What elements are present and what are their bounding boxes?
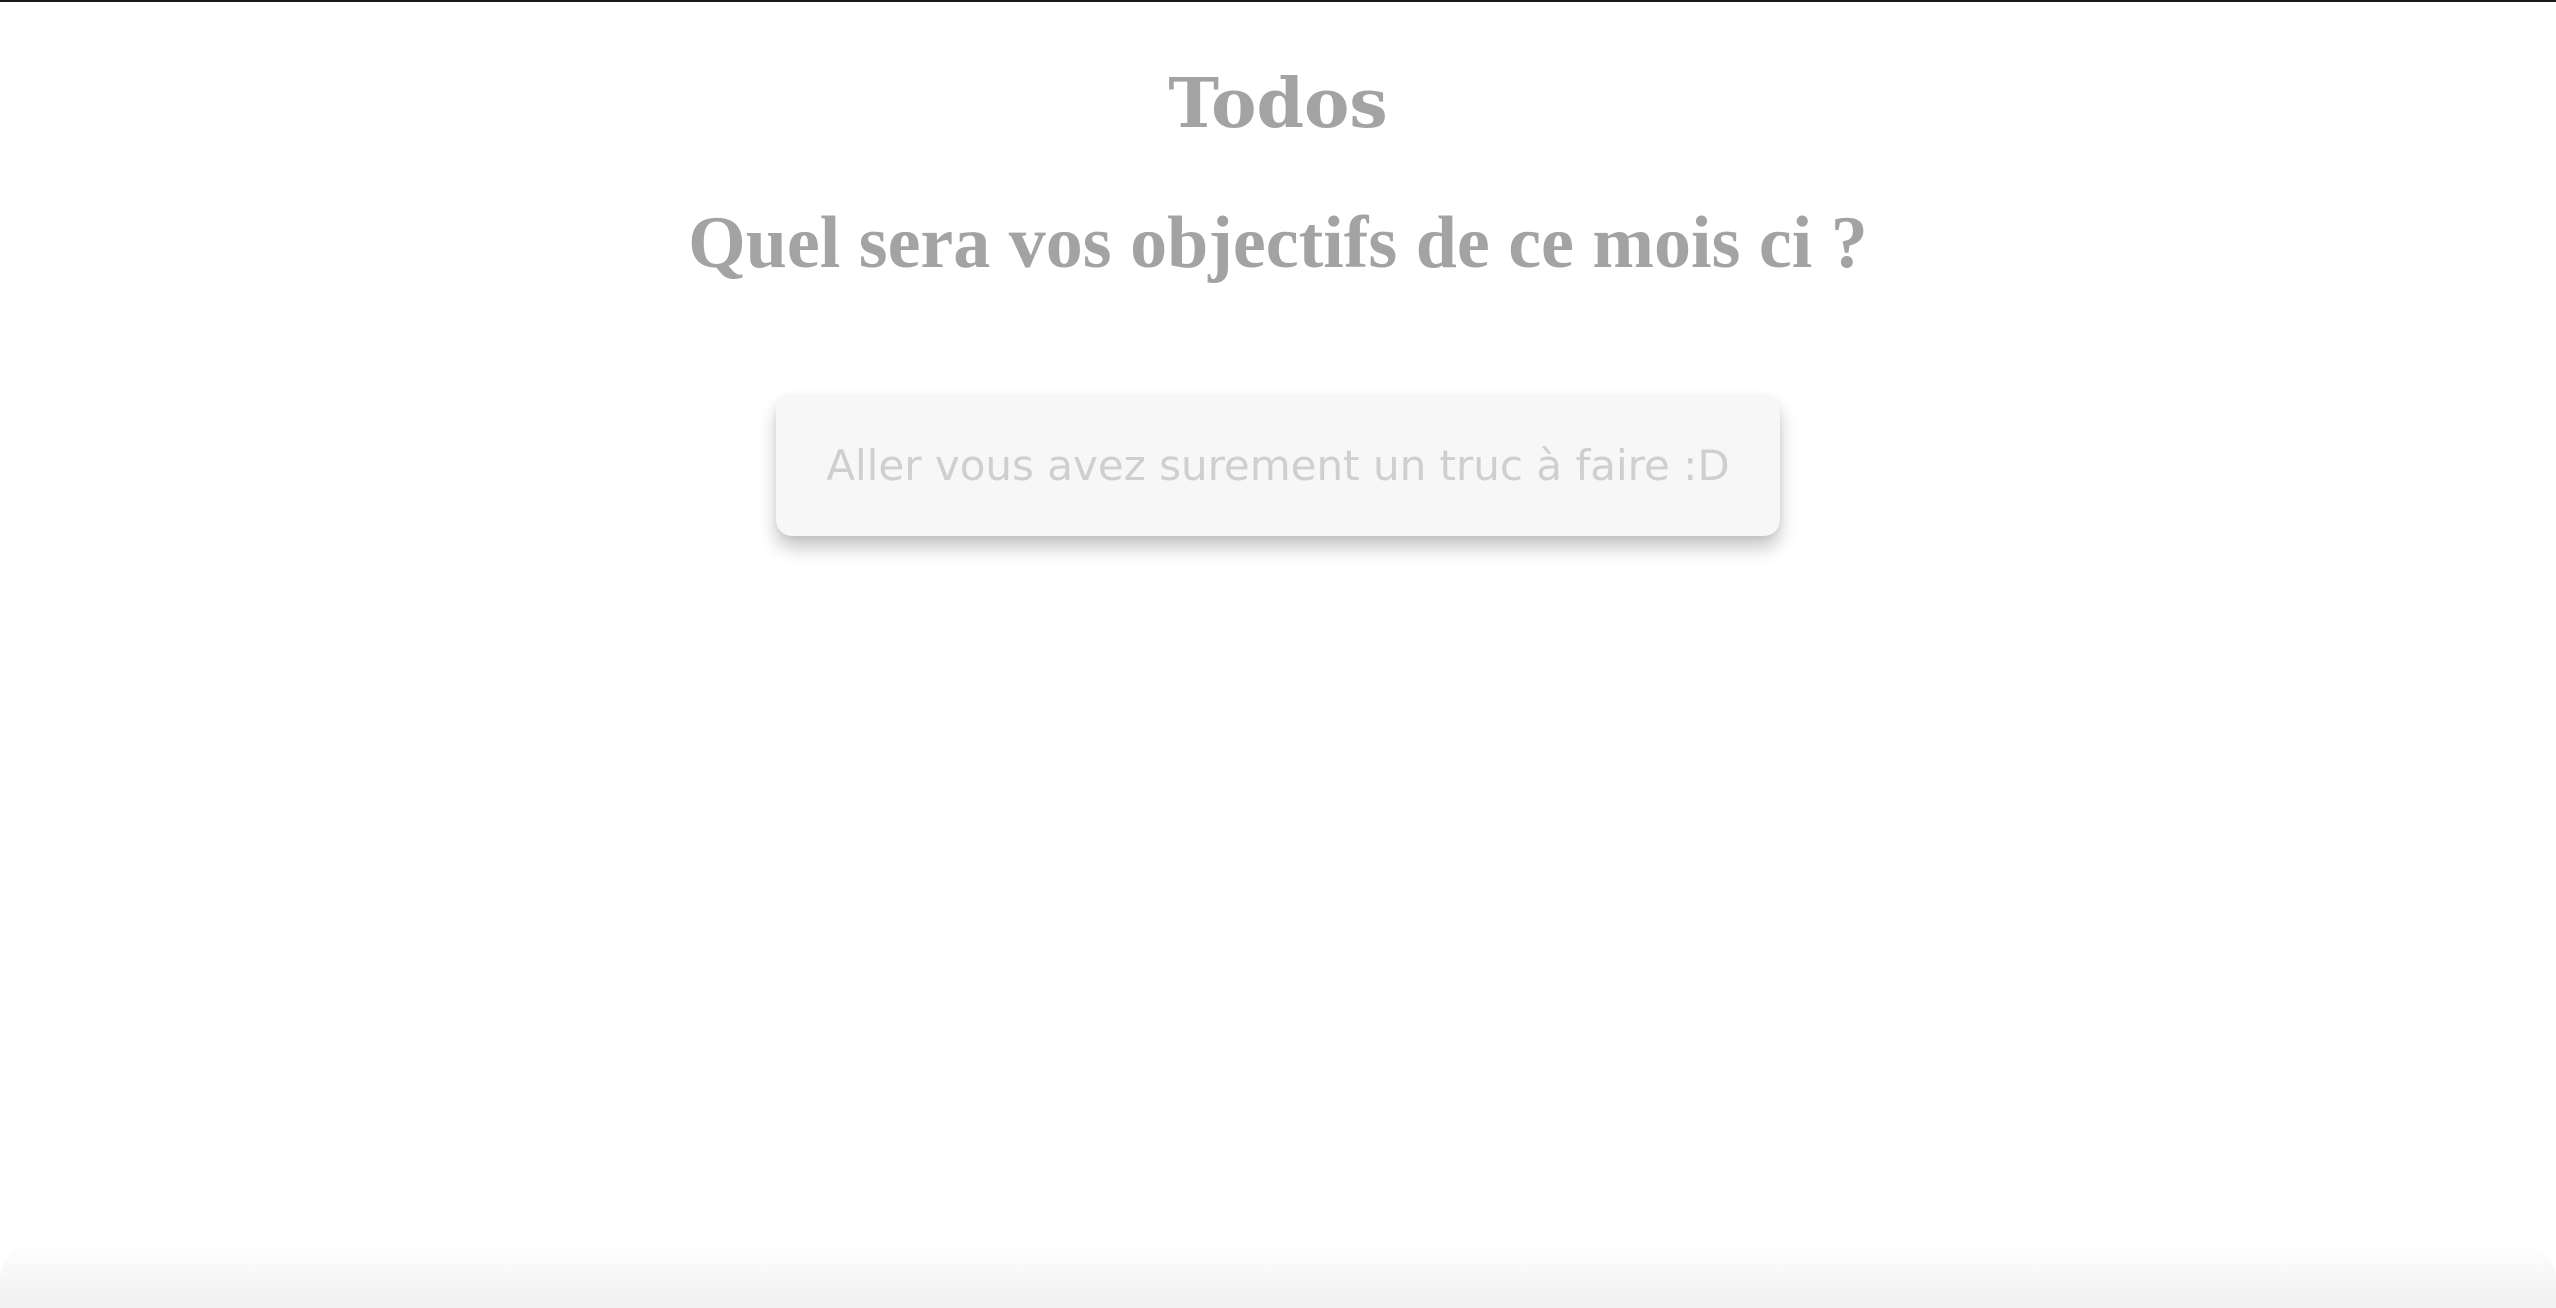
new-todo-input[interactable] — [776, 394, 1780, 536]
todo-app: Todos Quel sera vos objectifs de ce mois… — [0, 2, 2556, 1308]
page-subtitle: Quel sera vos objectifs de ce mois ci ? — [688, 202, 1868, 284]
page-title: Todos — [1168, 64, 1388, 144]
bottom-edge-shadow — [0, 1240, 2556, 1308]
